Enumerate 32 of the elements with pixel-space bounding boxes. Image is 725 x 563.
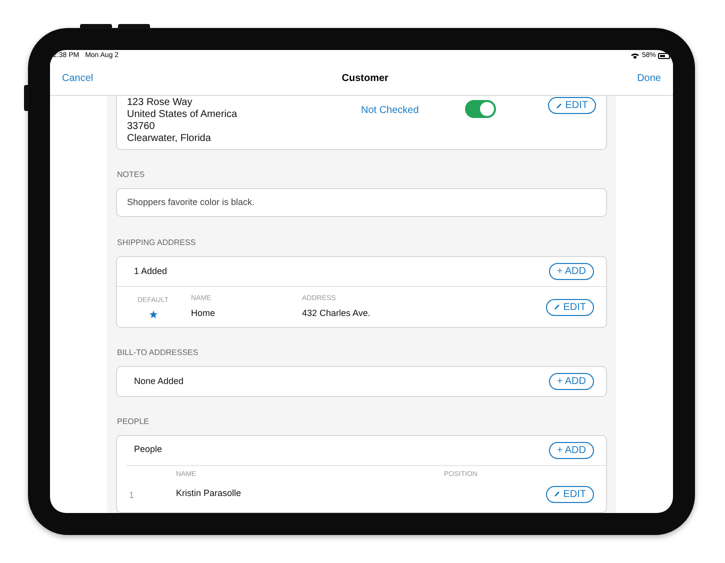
- cancel-button[interactable]: Cancel: [62, 71, 94, 86]
- edit-button[interactable]: EDIT: [546, 298, 594, 316]
- pencil-icon: [556, 102, 562, 108]
- battery-icon: [658, 53, 670, 59]
- wifi-icon: [630, 53, 639, 59]
- notes-text: Shoppers favorite color is black.: [127, 196, 255, 209]
- address-line: United States of America: [127, 109, 238, 121]
- table-cell-text: Kristin Parasolle: [176, 487, 242, 500]
- section-label: SHIPPING ADDRESS: [116, 237, 197, 250]
- section-label: BILL-TO ADDRESSES: [116, 347, 200, 360]
- pencil-icon: [554, 491, 560, 497]
- address-line: 33760: [127, 121, 156, 133]
- add-button[interactable]: + ADD: [548, 372, 594, 390]
- edit-button[interactable]: EDIT: [548, 97, 596, 114]
- section-label: NOTES: [116, 169, 146, 181]
- address-line: 123 Rose Way: [127, 97, 194, 109]
- address-line: Clearwater, Florida: [127, 133, 212, 145]
- nav-title: Customer: [342, 72, 388, 86]
- add-button[interactable]: + ADD: [548, 263, 594, 280]
- edit-button[interactable]: EDIT: [546, 486, 594, 502]
- summary-text: None Added: [134, 374, 184, 388]
- done-button[interactable]: Done: [637, 71, 661, 86]
- section-label: PEOPLE: [116, 416, 150, 428]
- table-cell-text: 432 Charles Ave.: [302, 307, 372, 320]
- pencil-icon: [554, 304, 560, 310]
- summary-text: People: [134, 443, 162, 456]
- row-number: 1: [129, 490, 134, 500]
- toggle-switch[interactable]: [465, 100, 496, 118]
- summary-text: 1 Added: [134, 265, 168, 278]
- table-cell-text: Home: [191, 307, 216, 320]
- add-button[interactable]: + ADD: [548, 442, 594, 458]
- check-status: Not Checked: [361, 104, 420, 118]
